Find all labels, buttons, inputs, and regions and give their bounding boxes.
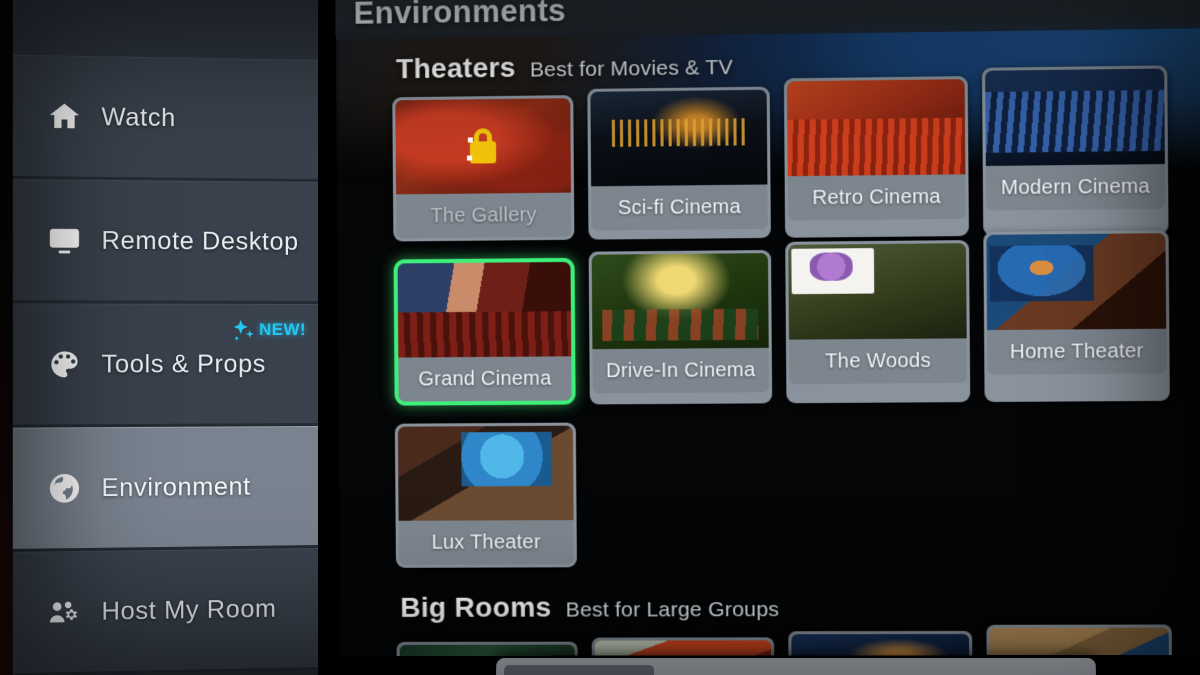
card-label: Modern Cinema: [985, 164, 1166, 211]
environment-card-big-room-3[interactable]: [788, 630, 973, 657]
card-thumbnail: [591, 253, 769, 350]
card-label: Retro Cinema: [787, 174, 966, 221]
environment-card-modern-cinema[interactable]: Modern Cinema: [981, 65, 1169, 236]
card-row-theaters-1: The Gallery Sci-fi Cinema Retro Cinema M…: [336, 65, 1200, 242]
card-thumbnail: [397, 425, 574, 521]
section-subtitle: Best for Large Groups: [565, 597, 780, 622]
sidebar-item-label: Tools & Props: [101, 349, 266, 379]
environment-card-grand-cinema[interactable]: Grand Cinema: [393, 257, 576, 406]
new-badge-label: NEW!: [258, 319, 307, 339]
environment-card-big-room-4[interactable]: [986, 624, 1173, 657]
section-header-big-rooms: Big Rooms Best for Large Groups: [340, 590, 1200, 624]
environment-card-retro-cinema[interactable]: Retro Cinema: [783, 76, 969, 238]
monitor-icon: [44, 220, 85, 261]
sidebar-item-label: Environment: [101, 472, 251, 502]
sidebar-item-label: Host My Room: [101, 594, 277, 626]
sidebar-item-watch[interactable]: Watch: [12, 54, 318, 182]
card-thumbnail: [399, 644, 576, 657]
card-thumbnail: [395, 98, 571, 195]
environment-card-the-woods[interactable]: The Woods: [785, 240, 971, 404]
card-thumbnail: [397, 261, 572, 358]
card-label: Drive-In Cinema: [592, 347, 770, 394]
card-thumbnail: [989, 627, 1170, 657]
environments-scroll-area[interactable]: Theaters Best for Movies & TV The Galler…: [336, 28, 1200, 657]
card-thumbnail: [985, 68, 1165, 166]
vr-environments-screen: Watch Remote Desktop NEW! Tools & Props: [0, 0, 1200, 675]
card-label: Grand Cinema: [398, 356, 572, 402]
globe-icon: [44, 468, 85, 509]
card-label: Home Theater: [987, 328, 1167, 375]
environment-card-big-room-2[interactable]: [591, 637, 775, 657]
sidebar-item-host-my-room[interactable]: Host My Room: [12, 548, 318, 675]
palette-icon: [44, 344, 85, 385]
sidebar-item-environment[interactable]: Environment: [12, 426, 318, 552]
card-thumbnail: [590, 89, 768, 187]
sidebar-item-label: Remote Desktop: [101, 226, 299, 256]
lock-icon: [466, 128, 497, 164]
card-row-theaters-2: Grand Cinema Drive-In Cinema The Woods H…: [337, 230, 1200, 406]
card-label: The Gallery: [396, 192, 572, 239]
sidebar-item-label: Watch: [101, 102, 176, 132]
page-title: Environments: [353, 0, 567, 31]
environment-card-sci-fi-cinema[interactable]: Sci-fi Cinema: [587, 86, 771, 240]
sidebar-item-tools-props[interactable]: NEW! Tools & Props: [12, 303, 318, 428]
card-thumbnail: [986, 233, 1167, 331]
bottom-secondary-panel[interactable]: [495, 658, 1097, 675]
sparkle-icon: [233, 319, 254, 341]
card-thumbnail: [791, 633, 970, 657]
section-title: Theaters: [395, 51, 516, 85]
card-row-big-rooms-1: [340, 624, 1200, 657]
sidebar-nav: Watch Remote Desktop NEW! Tools & Props: [12, 0, 318, 675]
card-row-theaters-3: Lux Theater: [339, 415, 1200, 568]
people-gear-icon: [44, 592, 85, 633]
home-icon: [44, 96, 85, 137]
section-subtitle: Best for Movies & TV: [529, 55, 734, 82]
environment-card-lux-theater[interactable]: Lux Theater: [394, 422, 577, 568]
card-label: The Woods: [788, 338, 968, 385]
environment-card-big-room-1[interactable]: [396, 641, 579, 657]
card-thumbnail: [786, 79, 966, 177]
new-badge: NEW!: [233, 319, 306, 341]
environment-card-the-gallery[interactable]: The Gallery: [392, 95, 575, 242]
card-thumbnail: [594, 640, 772, 657]
card-thumbnail: [788, 243, 967, 340]
sidebar-item-remote-desktop[interactable]: Remote Desktop: [12, 179, 318, 304]
card-label: Sci-fi Cinema: [591, 184, 768, 231]
environment-card-drive-in-cinema[interactable]: Drive-In Cinema: [588, 250, 773, 405]
environments-panel: Environments Theaters Best for Movies & …: [335, 0, 1200, 657]
bottom-panel-tile: [503, 665, 655, 675]
sidebar-top-spacer: [12, 0, 318, 60]
section-title: Big Rooms: [400, 591, 552, 623]
card-label: Lux Theater: [398, 520, 574, 565]
environment-card-home-theater[interactable]: Home Theater: [983, 230, 1170, 403]
